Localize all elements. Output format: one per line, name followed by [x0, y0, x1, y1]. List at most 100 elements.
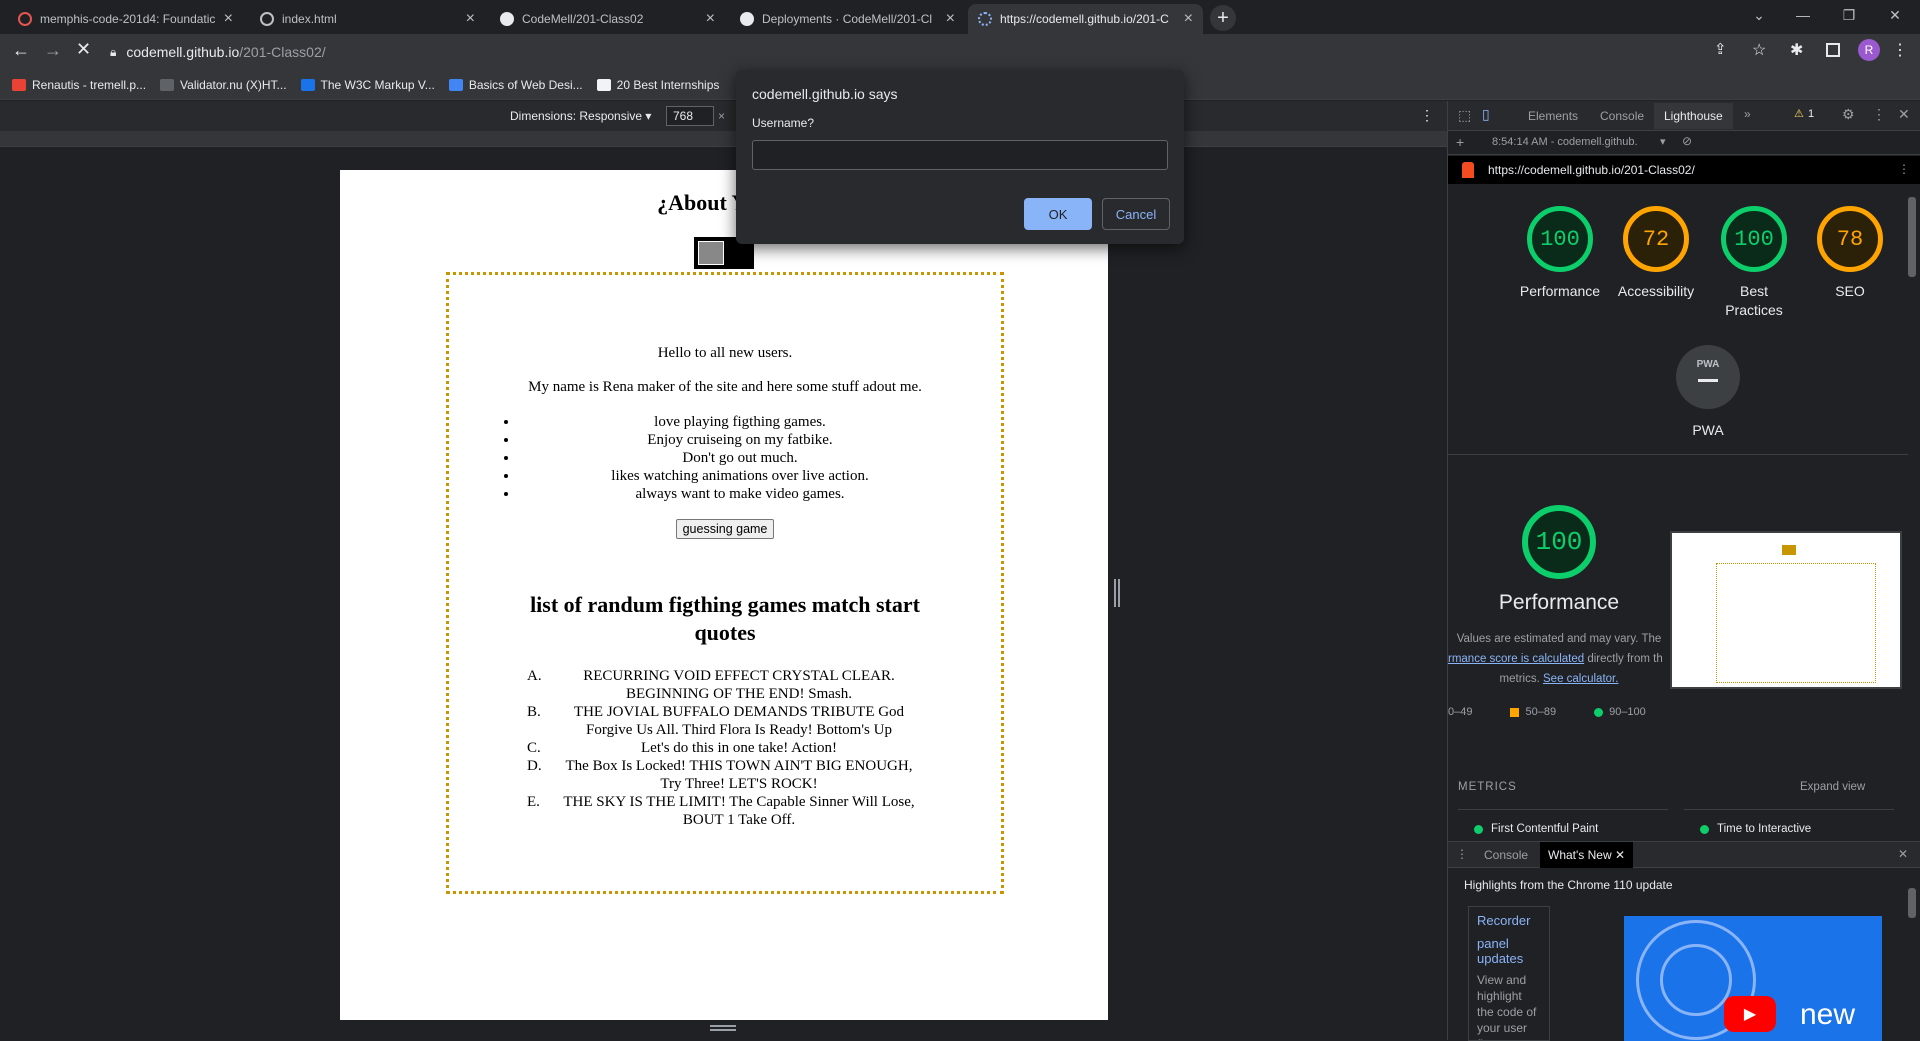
- media-query-ruler: [0, 131, 1447, 147]
- quotes-heading: list of randum figthing games match star…: [530, 592, 920, 645]
- bookmark-item[interactable]: Basics of Web Desi...: [448, 78, 583, 92]
- bookmark-label: The W3C Markup V...: [320, 77, 435, 92]
- metric-fcp: First Contentful Paint: [1474, 823, 1598, 835]
- warning-icon[interactable]: ⚠: [1794, 107, 1804, 120]
- devtools-menu-icon[interactable]: ⋮: [1872, 106, 1886, 123]
- close-tab-icon[interactable]: ×: [946, 10, 955, 28]
- bookmark-item[interactable]: 20 Best Internships: [596, 78, 719, 92]
- page-screenshot-thumbnail[interactable]: [1670, 531, 1902, 689]
- restore-button[interactable]: ❐: [1826, 0, 1872, 30]
- close-tab-icon[interactable]: ✕: [1615, 848, 1625, 862]
- drawer-menu-icon[interactable]: ⋮: [1456, 847, 1468, 861]
- minimize-button[interactable]: —: [1780, 0, 1826, 30]
- card-link[interactable]: panel updates: [1477, 936, 1541, 966]
- new-tab-button[interactable]: +: [1210, 5, 1236, 31]
- device-toggle-icon[interactable]: ▯: [1482, 106, 1490, 123]
- score-pwa[interactable]: PWA PWA: [1644, 345, 1772, 440]
- close-tab-icon[interactable]: ×: [466, 10, 475, 28]
- more-tabs-icon[interactable]: »: [1744, 107, 1751, 121]
- drawer-tab-whats-new[interactable]: What's New ✕: [1540, 842, 1634, 868]
- clear-reports-icon[interactable]: ⊘: [1682, 134, 1692, 148]
- cancel-button[interactable]: Cancel: [1102, 198, 1170, 230]
- tab-index[interactable]: index.html ×: [250, 4, 485, 34]
- list-item: Enjoy cruiseing on my fatbike.: [519, 431, 1001, 449]
- drawer-scrollbar[interactable]: [1908, 888, 1916, 918]
- inspect-icon[interactable]: ⬚: [1458, 107, 1471, 124]
- width-input[interactable]: 768: [666, 106, 714, 126]
- username-input[interactable]: [752, 140, 1168, 170]
- resize-handle[interactable]: [1114, 579, 1120, 607]
- list-item: D. The Box Is Locked! THIS TOWN AIN'T BIG…: [519, 757, 949, 793]
- score-calculated-link[interactable]: rmance score is calculated: [1448, 653, 1584, 665]
- forward-icon[interactable]: →: [44, 40, 62, 61]
- legend-fail: 0–49: [1448, 706, 1473, 718]
- tab-elements[interactable]: Elements: [1528, 109, 1578, 123]
- recorder-card[interactable]: Recorder panel updates View and highligh…: [1468, 906, 1550, 1041]
- url-menu-icon[interactable]: ⋮: [1898, 162, 1910, 176]
- legend-average: 50–89: [1525, 706, 1557, 718]
- youtube-play-icon[interactable]: ▶: [1724, 996, 1776, 1032]
- address-path: /201-Class02/: [239, 44, 326, 60]
- gmail-icon: [12, 78, 26, 91]
- tab-console[interactable]: Console: [1600, 109, 1644, 123]
- address-bar[interactable]: 🔒︎ codemell.github.io/201-Class02/: [110, 38, 1690, 66]
- tab-deployments[interactable]: Deployments · CodeMell/201-Cl ×: [730, 4, 965, 34]
- score-seo[interactable]: 78 SEO: [1786, 206, 1914, 301]
- dimensions-dropdown[interactable]: Dimensions: Responsive ▾: [510, 109, 651, 123]
- performance-title: Performance: [1498, 591, 1620, 614]
- share-icon[interactable]: ⇪: [1714, 40, 1727, 58]
- note-line: Values are estimated and may vary. The: [1456, 633, 1662, 645]
- list-item: likes watching animations over live acti…: [519, 467, 1001, 485]
- extensions-icon[interactable]: ✱: [1790, 40, 1803, 60]
- whats-new-highlight: Highlights from the Chrome 110 update: [1464, 878, 1673, 892]
- settings-gear-icon[interactable]: ⚙: [1842, 106, 1855, 123]
- tab-title: memphis-code-201d4: Foundatic: [40, 12, 216, 26]
- video-caption: new: [1800, 998, 1856, 1031]
- tab-title: index.html: [282, 12, 337, 26]
- gauge: 100: [1721, 206, 1787, 272]
- bookmark-star-icon[interactable]: ☆: [1752, 40, 1766, 60]
- see-calculator-link[interactable]: See calculator.: [1543, 673, 1618, 685]
- menu-kebab-icon[interactable]: ⋮: [1892, 40, 1908, 60]
- tab-search-icon[interactable]: ⌄: [1736, 0, 1782, 30]
- bookmark-item[interactable]: The W3C Markup V...: [300, 77, 435, 92]
- device-menu-icon[interactable]: ⋮: [1420, 107, 1434, 124]
- guessing-game-button[interactable]: guessing game: [675, 519, 775, 539]
- close-tab-icon[interactable]: ×: [706, 10, 715, 28]
- panel-scrollbar[interactable]: [1908, 197, 1916, 277]
- device-toolbar: Dimensions: Responsive ▾ 768 × ⋮: [0, 101, 1447, 131]
- bottom-resize-handle[interactable]: [710, 1025, 736, 1031]
- dialog-title: codemell.github.io says: [752, 86, 898, 102]
- list-marker: D.: [527, 758, 542, 774]
- prompt-dialog: codemell.github.io says Username? OK Can…: [736, 70, 1184, 244]
- note-line: directly from th: [1587, 653, 1663, 665]
- close-devtools-icon[interactable]: ✕: [1898, 106, 1910, 123]
- new-report-icon[interactable]: +: [1456, 134, 1464, 150]
- report-selector[interactable]: 8:54:14 AM - codemell.github.: [1492, 136, 1638, 148]
- drawer-tab-console[interactable]: Console: [1484, 848, 1528, 862]
- metrics-label: METRICS: [1458, 781, 1517, 793]
- profile-avatar[interactable]: R: [1858, 39, 1880, 61]
- bookmark-item[interactable]: Validator.nu (X)HT...: [160, 78, 287, 92]
- side-panel-icon[interactable]: [1826, 43, 1840, 57]
- gauge: 72: [1623, 206, 1689, 272]
- report-dropdown-icon[interactable]: ▾: [1660, 135, 1666, 148]
- expand-view-toggle[interactable]: Expand view: [1800, 781, 1865, 793]
- gauge-label: SEO: [1835, 283, 1865, 299]
- close-tab-icon[interactable]: ×: [224, 10, 233, 28]
- stop-loading-icon[interactable]: ✕: [76, 39, 91, 60]
- list-marker: B.: [527, 704, 541, 720]
- close-tab-icon[interactable]: ×: [1184, 10, 1193, 28]
- back-icon[interactable]: ←: [12, 40, 30, 61]
- intro-text: My name is Rena maker of the site and he…: [528, 379, 922, 395]
- bookmark-item[interactable]: Renautis - tremell.p...: [12, 78, 146, 92]
- ok-button[interactable]: OK: [1024, 198, 1092, 230]
- close-drawer-icon[interactable]: ✕: [1898, 847, 1908, 861]
- close-window-button[interactable]: ✕: [1872, 0, 1918, 30]
- video-thumbnail[interactable]: ▶ new: [1624, 916, 1882, 1041]
- lock-icon: 🔒︎: [110, 44, 117, 59]
- tab-lighthouse[interactable]: Lighthouse: [1654, 103, 1733, 129]
- tab-class02[interactable]: CodeMell/201-Class02 ×: [490, 4, 725, 34]
- tab-active-site[interactable]: https://codemell.github.io/201-C ×: [968, 4, 1203, 34]
- tab-memphis[interactable]: memphis-code-201d4: Foundatic ×: [8, 4, 243, 34]
